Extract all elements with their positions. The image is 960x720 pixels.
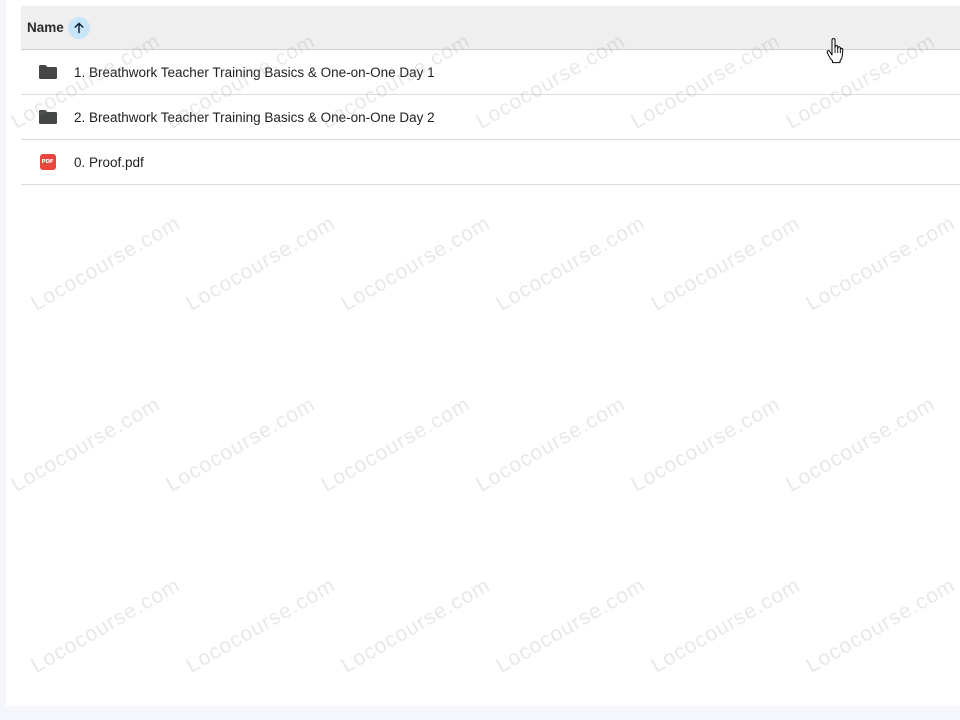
list-item-folder-day-2[interactable]: 2. Breathwork Teacher Training Basics & … [21,95,960,140]
watermark: Lococourse.com [337,211,495,316]
file-name: 2. Breathwork Teacher Training Basics & … [74,109,435,125]
watermark: Lococourse.com [182,211,340,316]
folder-icon [21,109,74,125]
list-header: Name [21,6,960,50]
watermark: Lococourse.com [472,392,630,497]
pdf-icon-container: PDF [21,154,74,170]
list-item-proof-pdf[interactable]: PDF 0. Proof.pdf [21,140,960,185]
file-list: Name 1. Breathwork Teacher Training Basi… [21,6,960,185]
bottom-edge-panel [0,706,960,720]
name-column-header: Name [27,20,64,35]
folder-icon [21,64,74,80]
watermark: Lococourse.com [627,392,785,497]
watermark: Lococourse.com [647,211,805,316]
watermark: Lococourse.com [782,392,940,497]
watermark: Lococourse.com [492,573,650,678]
arrow-up-icon[interactable] [67,16,90,39]
watermark: Lococourse.com [492,211,650,316]
watermark: Lococourse.com [802,573,960,678]
watermark: Lococourse.com [162,392,320,497]
watermark: Lococourse.com [317,392,475,497]
watermark: Lococourse.com [802,211,960,316]
watermark: Lococourse.com [7,392,165,497]
watermark: Lococourse.com [27,211,185,316]
file-name: 1. Breathwork Teacher Training Basics & … [74,64,435,80]
list-item-folder-day-1[interactable]: 1. Breathwork Teacher Training Basics & … [21,50,960,95]
watermark: Lococourse.com [337,573,495,678]
hand-pointer-cursor-icon [826,38,844,64]
file-name: 0. Proof.pdf [74,154,144,170]
watermark: Lococourse.com [27,573,185,678]
watermark: Lococourse.com [647,573,805,678]
left-edge-panel [0,0,6,720]
sort-by-name-button[interactable]: Name [27,16,90,39]
pdf-icon: PDF [39,154,56,170]
watermark: Lococourse.com [182,573,340,678]
